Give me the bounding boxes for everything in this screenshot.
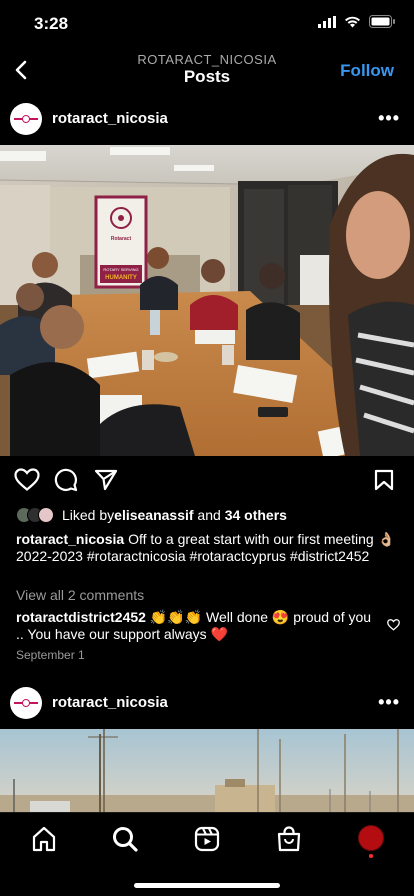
post-date: September 1 xyxy=(16,648,85,662)
meeting-photo: Rotaract ROTARY SERVING HUMANITY xyxy=(0,145,414,456)
likes-prefix: Liked by xyxy=(62,507,115,523)
cellular-signal-icon xyxy=(318,15,336,28)
view-all-comments-link[interactable]: View all 2 comments xyxy=(16,587,144,603)
status-time: 3:28 xyxy=(34,14,69,33)
notification-dot xyxy=(369,854,373,858)
svg-text:Rotaract: Rotaract xyxy=(111,236,132,242)
status-icons xyxy=(318,15,396,28)
more-icon[interactable]: ••• xyxy=(378,108,400,129)
avatar xyxy=(38,507,54,523)
post-photo[interactable] xyxy=(0,729,414,812)
post-username[interactable]: rotaract_nicosia xyxy=(52,694,168,711)
svg-text:ROTARY SERVING: ROTARY SERVING xyxy=(103,267,138,272)
shop-icon[interactable] xyxy=(275,825,303,853)
send-icon[interactable] xyxy=(94,469,118,491)
home-icon[interactable] xyxy=(30,825,58,853)
avatar[interactable] xyxy=(10,103,42,135)
nav-bar: ROTARACT_NICOSIA Posts Follow xyxy=(0,46,414,96)
more-icon[interactable]: ••• xyxy=(378,692,400,713)
profile-tab-avatar[interactable] xyxy=(358,825,384,851)
home-indicator[interactable] xyxy=(134,883,280,888)
wifi-icon xyxy=(345,16,360,27)
svg-text:HUMANITY: HUMANITY xyxy=(105,275,137,281)
likes-middle: and xyxy=(193,507,225,523)
rotaract-logo-icon xyxy=(14,115,38,123)
comment: rotaractdistrict2452 👏👏👏 Well done 😍 pro… xyxy=(16,609,376,643)
comment-icon[interactable] xyxy=(54,468,78,492)
likes-user[interactable]: eliseanassif xyxy=(114,507,193,523)
comment-username[interactable]: rotaractdistrict2452 xyxy=(16,609,146,625)
caption-username[interactable]: rotaract_nicosia xyxy=(16,531,124,547)
harbor-photo xyxy=(0,729,414,812)
post-photo[interactable]: Rotaract ROTARY SERVING HUMANITY xyxy=(0,145,414,456)
bookmark-icon[interactable] xyxy=(374,469,394,491)
post-username[interactable]: rotaract_nicosia xyxy=(52,110,168,127)
likes-summary[interactable]: Liked by eliseanassif and 34 others xyxy=(16,506,287,524)
status-bar: 3:28 xyxy=(0,0,414,46)
liker-avatars xyxy=(16,507,54,523)
heart-icon[interactable] xyxy=(14,468,40,492)
reels-icon[interactable] xyxy=(193,825,221,853)
search-icon[interactable] xyxy=(111,825,139,853)
post-header: rotaract_nicosia ••• xyxy=(0,100,414,144)
post-caption: rotaract_nicosia Off to a great start wi… xyxy=(16,531,400,565)
battery-icon xyxy=(369,15,395,28)
follow-button[interactable]: Follow xyxy=(340,61,394,81)
post-header: rotaract_nicosia ••• xyxy=(0,684,414,728)
comment-heart-icon[interactable] xyxy=(387,619,400,631)
likes-count[interactable]: 34 others xyxy=(225,507,287,523)
rotaract-logo-icon xyxy=(14,699,38,707)
avatar[interactable] xyxy=(10,687,42,719)
